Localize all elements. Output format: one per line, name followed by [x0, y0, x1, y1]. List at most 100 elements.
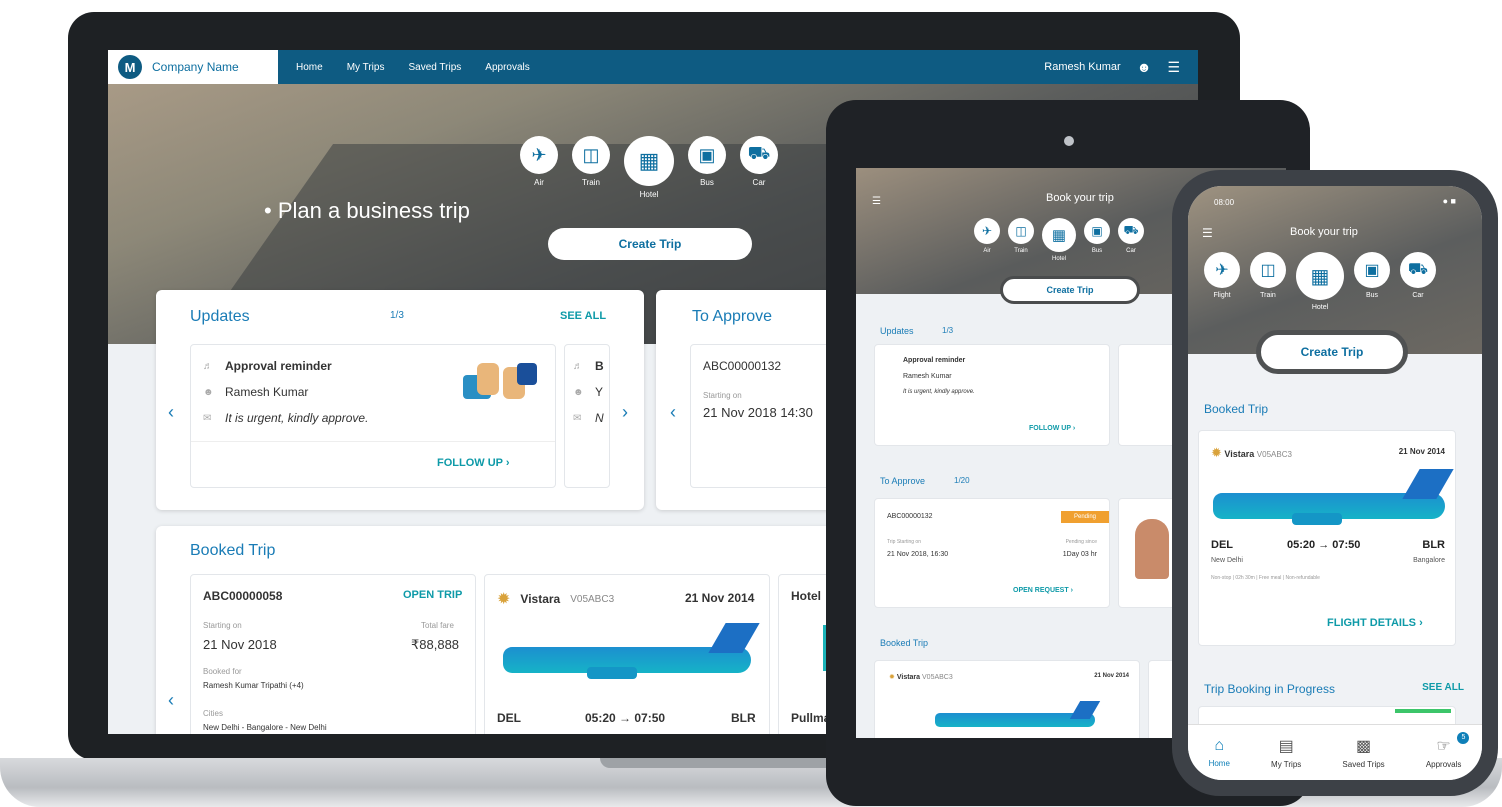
tablet-flight-card[interactable]: ✹ Vistara V05ABC3 21 Nov 2014 — [874, 660, 1140, 738]
open-trip-link[interactable]: OPEN TRIP — [403, 589, 462, 601]
approval-date: 21 Nov 2018 14:30 — [703, 405, 813, 420]
mode-label: Hotel — [639, 190, 659, 199]
flight-details-text: Non-stop | 02h 30m | Free meal | Non-ref… — [1211, 575, 1320, 581]
mode-car[interactable]: ⛟ Car — [1118, 218, 1144, 254]
nav-saved-trips[interactable]: Saved Trips — [408, 62, 461, 73]
next-arrow-icon[interactable]: › — [622, 402, 628, 423]
hotel-name: Pullma — [791, 711, 831, 725]
brand[interactable]: M Company Name — [108, 50, 278, 84]
create-trip-button[interactable]: Create Trip — [1000, 276, 1140, 304]
hotel-icon: ▦ — [624, 136, 674, 186]
plane-illustration — [935, 701, 1101, 735]
user-icon[interactable]: ☻ — [1137, 59, 1152, 75]
flight-header: ✹ Vistara V05ABC3 — [889, 674, 953, 681]
status-time: 08:00 — [1214, 198, 1235, 207]
flight-code: V05ABC3 — [570, 593, 615, 605]
mode-car[interactable]: ⛟ Car — [740, 136, 778, 187]
airline-name: Vistara — [520, 592, 561, 606]
mode-hotel[interactable]: ▦ Hotel — [624, 136, 674, 199]
nav-home[interactable]: Home — [296, 62, 323, 73]
create-trip-button[interactable]: Create Trip — [548, 228, 752, 260]
trip-total-label: Total fare — [421, 621, 454, 630]
trip-starting-label: Starting on — [203, 621, 242, 630]
in-progress-see-all-link[interactable]: SEE ALL — [1422, 682, 1464, 693]
mode-label: Bus — [700, 178, 714, 187]
open-request-link[interactable]: OPEN REQUEST › — [1013, 587, 1073, 594]
create-trip-button[interactable]: Create Trip — [1256, 330, 1408, 374]
trip-id: ABC00000058 — [203, 589, 283, 603]
flight-from: DEL — [497, 711, 521, 725]
trip-summary-card[interactable]: ABC00000058 OPEN TRIP Starting on Total … — [190, 574, 476, 734]
nav-right: Ramesh Kumar ☻ ☰ — [1044, 59, 1198, 76]
train-icon: ◫ — [572, 136, 610, 174]
menu-icon[interactable]: ☰ — [872, 196, 881, 207]
update-message: It is urgent, kindly approve. — [225, 411, 369, 425]
mode-label: Bus — [1091, 248, 1103, 254]
trip-date: 21 Nov 2018 — [203, 637, 277, 652]
mode-hotel[interactable]: ▦ Hotel — [1042, 218, 1076, 262]
tablet-hero-title: Book your trip — [1046, 192, 1114, 204]
mode-train[interactable]: ◫ Train — [1250, 252, 1286, 299]
mode-flight[interactable]: ✈ Flight — [1204, 252, 1240, 299]
flight-to-city: Bangalore — [1413, 557, 1445, 564]
flight-card[interactable]: ✹ Vistara V05ABC3 21 Nov 2014 DEL 05:20 … — [484, 574, 770, 734]
hotel-icon: ▦ — [1296, 252, 1344, 300]
menu-icon[interactable]: ☰ — [1167, 59, 1180, 76]
tablet-approval-card[interactable]: ABC00000132 Pending Trip Starting on 21 … — [874, 498, 1110, 608]
mode-label: Car — [1412, 292, 1424, 299]
tablet-camera — [1064, 136, 1074, 146]
follow-up-link[interactable]: FOLLOW UP › — [437, 457, 510, 469]
prev-arrow-icon[interactable]: ‹ — [168, 690, 174, 711]
mode-label: Train — [1260, 292, 1276, 299]
phone-flight-card[interactable]: ✹ Vistara V05ABC3 21 Nov 2014 DEL 05:20 … — [1198, 430, 1456, 646]
prev-arrow-icon[interactable]: ‹ — [168, 402, 174, 423]
avatar — [1135, 519, 1169, 579]
updates-see-all-link[interactable]: SEE ALL — [560, 310, 606, 322]
mode-bus[interactable]: ▣ Bus — [1084, 218, 1110, 254]
mode-train[interactable]: ◫ Train — [572, 136, 610, 187]
status-icons: ● ■ — [1442, 196, 1456, 206]
update-row-message: ✉ It is urgent, kindly approve. — [203, 411, 368, 425]
nav-my-trips[interactable]: My Trips — [347, 62, 385, 73]
mode-air[interactable]: ✈ Air — [974, 218, 1000, 254]
trip-total: ₹88,888 — [411, 637, 460, 652]
prev-arrow-icon[interactable]: ‹ — [670, 402, 676, 423]
mode-label: Bus — [1365, 292, 1379, 299]
mode-label: Flight — [1213, 292, 1231, 299]
approval-starting-label: Starting on — [703, 391, 742, 400]
mode-bus[interactable]: ▣ Bus — [688, 136, 726, 187]
mode-label: Air — [983, 248, 991, 254]
mode-label: Air — [534, 178, 544, 187]
tablet-travel-modes: ✈ Air ◫ Train ▦ Hotel ▣ Bus ⛟ Car — [974, 218, 1144, 262]
menu-icon[interactable]: ☰ — [1202, 226, 1213, 240]
mode-train[interactable]: ◫ Train — [1008, 218, 1034, 254]
phone-hero: 08:00 ● ■ ☰ Book your trip ✈ Flight ◫ Trai… — [1188, 186, 1482, 354]
tab-approvals[interactable]: ☞ 5 Approvals — [1426, 732, 1470, 769]
tab-home[interactable]: ⌂ Home — [1209, 737, 1230, 768]
flight-time: 05:20 → 07:50 — [585, 711, 666, 725]
message-icon: ✉ — [203, 412, 212, 424]
tab-saved-trips[interactable]: ▩ Saved Trips — [1342, 736, 1384, 769]
approval-date: 21 Nov 2018, 16:30 — [887, 551, 949, 558]
flight-from: DEL — [1211, 539, 1233, 551]
follow-up-link[interactable]: FOLLOW UP › — [1029, 425, 1075, 432]
update-peek-card: ♬ B ☻ Y ✉ N — [564, 344, 610, 488]
mode-label: Car — [1126, 248, 1136, 254]
mode-bus[interactable]: ▣ Bus — [1354, 252, 1390, 299]
user-name[interactable]: Ramesh Kumar — [1044, 61, 1120, 73]
mode-label: Train — [582, 178, 600, 187]
update-title: Approval reminder — [225, 359, 332, 373]
flight-details-link[interactable]: FLIGHT DETAILS › — [1327, 617, 1423, 629]
tab-label: My Trips — [1271, 760, 1302, 769]
airline-logo-icon: ✹ — [497, 591, 511, 608]
bottom-tab-bar: ⌂ Home ▤ My Trips ▩ Saved Trips ☞ 5 Approva… — [1188, 724, 1482, 780]
tablet-updates-pager: 1/3 — [942, 326, 954, 335]
approval-id: ABC00000132 — [703, 359, 782, 373]
mode-hotel[interactable]: ▦ Hotel — [1296, 252, 1344, 311]
mode-car[interactable]: ⛟ Car — [1400, 252, 1436, 299]
tab-my-trips[interactable]: ▤ My Trips — [1271, 736, 1301, 769]
nav-approvals[interactable]: Approvals — [485, 62, 529, 73]
mode-air[interactable]: ✈ Air — [520, 136, 558, 187]
flight-time: 05:20 → 07:50 — [1287, 539, 1361, 551]
updates-card: Updates 1/3 SEE ALL ‹ ♬ Approval reminde… — [156, 290, 644, 510]
